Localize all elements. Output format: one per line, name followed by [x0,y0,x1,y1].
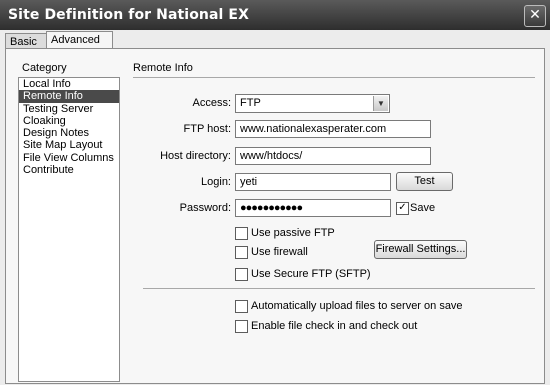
host-directory-value: www/htdocs/ [240,150,303,162]
password-input[interactable]: ●●●●●●●●●●● [235,199,391,217]
ftp-host-label: FTP host: [183,123,231,135]
use-firewall-label[interactable]: Use firewall [251,246,308,258]
category-item-testing-server[interactable]: Testing Server [19,103,119,115]
use-passive-ftp-label[interactable]: Use passive FTP [251,227,335,239]
close-icon: ✕ [529,7,541,23]
password-value: ●●●●●●●●●●● [240,202,303,214]
category-header: Category [22,62,67,74]
access-label: Access: [192,97,231,109]
category-item-cloaking[interactable]: Cloaking [19,115,119,127]
use-secure-ftp-checkbox[interactable] [235,268,248,281]
window-title: Site Definition for National EX [8,7,249,23]
host-directory-input[interactable]: www/htdocs/ [235,147,431,165]
login-label: Login: [201,176,231,188]
section-divider [133,77,535,78]
section-title: Remote Info [133,62,193,74]
chevron-down-icon[interactable]: ▼ [373,96,388,111]
category-item-design-notes[interactable]: Design Notes [19,127,119,139]
title-bar: Site Definition for National EX ✕ [0,0,550,30]
save-password-checkbox[interactable]: ✓ [396,202,409,215]
host-directory-label: Host directory: [160,150,231,162]
ftp-host-value: www.nationalexasperater.com [240,123,387,135]
firewall-settings-button[interactable]: Firewall Settings... [374,240,467,259]
tab-basic-label: Basic [10,36,37,48]
access-value: FTP [240,97,261,109]
use-firewall-checkbox[interactable] [235,246,248,259]
category-item-remote-info[interactable]: Remote Info [19,90,119,103]
checkmark-icon: ✓ [398,202,407,213]
password-label: Password: [179,202,231,214]
use-secure-ftp-label[interactable]: Use Secure FTP (SFTP) [251,268,371,280]
category-item-contribute[interactable]: Contribute [19,164,119,176]
use-passive-ftp-checkbox[interactable] [235,227,248,240]
category-item-local-info[interactable]: Local Info [19,78,119,90]
auto-upload-checkbox[interactable] [235,300,248,313]
tab-advanced-label: Advanced [51,34,100,46]
save-password-label[interactable]: Save [410,202,435,214]
close-button[interactable]: ✕ [524,5,546,27]
check-in-out-checkbox[interactable] [235,320,248,333]
access-select[interactable]: FTP ▼ [235,94,390,113]
category-item-file-view-columns[interactable]: File View Columns [19,152,119,164]
check-in-out-label[interactable]: Enable file check in and check out [251,320,417,332]
category-item-site-map-layout[interactable]: Site Map Layout [19,139,119,151]
auto-upload-label[interactable]: Automatically upload files to server on … [251,300,463,312]
options-divider [143,288,535,289]
login-input[interactable]: yeti [235,173,391,191]
login-value: yeti [240,176,258,188]
ftp-host-input[interactable]: www.nationalexasperater.com [235,120,431,138]
test-button[interactable]: Test [396,172,453,191]
category-list[interactable]: Local Info Remote Info Testing Server Cl… [18,77,120,382]
